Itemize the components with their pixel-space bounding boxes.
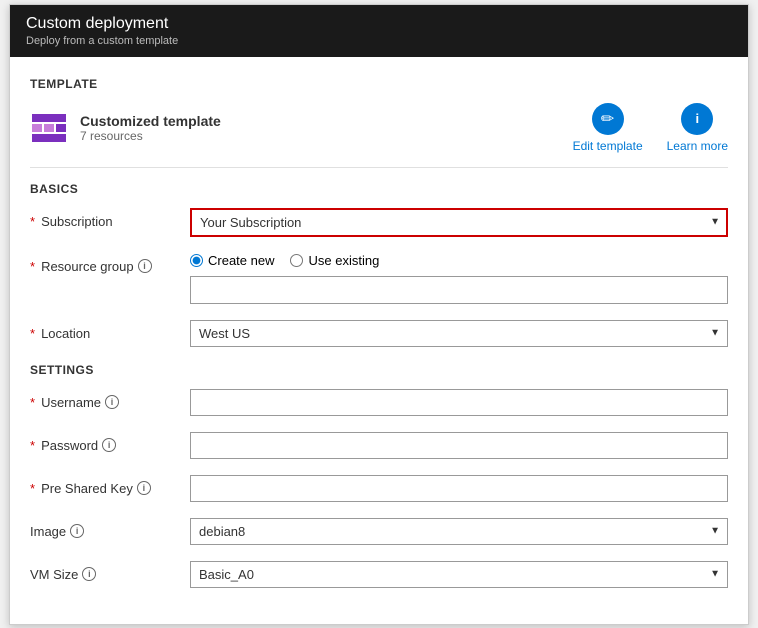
- basics-section: BASICS * Subscription Your Subscription …: [30, 182, 728, 347]
- image-select[interactable]: debian8 ubuntu centos: [190, 518, 728, 545]
- resource-group-control: Create new Use existing: [190, 253, 728, 304]
- resource-group-info-icon[interactable]: i: [138, 259, 152, 273]
- page-subtitle: Deploy from a custom template: [26, 35, 732, 47]
- username-input[interactable]: [190, 389, 728, 416]
- username-row: * Username i: [30, 389, 728, 416]
- location-label: * Location: [30, 320, 190, 341]
- settings-section: SETTINGS * Username i * Password i: [30, 363, 728, 588]
- pre-shared-key-row: * Pre Shared Key i: [30, 475, 728, 502]
- page-title: Custom deployment: [26, 15, 732, 33]
- content-area: TEMPLATE: [10, 57, 748, 624]
- resource-group-input[interactable]: [190, 276, 728, 304]
- main-window: Custom deployment Deploy from a custom t…: [9, 4, 749, 625]
- image-info-icon[interactable]: i: [70, 524, 84, 538]
- password-required: *: [30, 438, 35, 453]
- vm-size-select[interactable]: Basic_A0 Standard_A1 Standard_A2: [190, 561, 728, 588]
- username-info-icon[interactable]: i: [105, 395, 119, 409]
- subscription-select[interactable]: Your Subscription: [190, 208, 728, 237]
- password-info-icon[interactable]: i: [102, 438, 116, 452]
- password-input[interactable]: [190, 432, 728, 459]
- subscription-control: Your Subscription ▼: [190, 208, 728, 237]
- pre-shared-key-required: *: [30, 481, 35, 496]
- pre-shared-key-input[interactable]: [190, 475, 728, 502]
- learn-more-label: Learn more: [667, 139, 728, 153]
- template-section-label: TEMPLATE: [30, 77, 728, 91]
- pre-shared-key-label: * Pre Shared Key i: [30, 475, 190, 496]
- location-select[interactable]: West US East US North Europe: [190, 320, 728, 347]
- pre-shared-key-info-icon[interactable]: i: [137, 481, 151, 495]
- template-resources: 7 resources: [80, 129, 221, 143]
- location-row: * Location West US East US North Europe …: [30, 320, 728, 347]
- location-select-wrapper: West US East US North Europe ▼: [190, 320, 728, 347]
- image-row: Image i debian8 ubuntu centos ▼: [30, 518, 728, 545]
- template-row: Customized template 7 resources ✏ Edit t…: [30, 103, 728, 168]
- password-row: * Password i: [30, 432, 728, 459]
- password-control: [190, 432, 728, 459]
- template-info: Customized template 7 resources: [30, 109, 221, 147]
- username-label: * Username i: [30, 389, 190, 410]
- create-new-radio[interactable]: [190, 254, 203, 267]
- template-details: Customized template 7 resources: [80, 113, 221, 143]
- info-icon: i: [681, 103, 713, 135]
- resource-group-label: * Resource group i: [30, 253, 190, 274]
- subscription-select-wrapper: Your Subscription ▼: [190, 208, 728, 237]
- image-label: Image i: [30, 518, 190, 539]
- subscription-label: * Subscription: [30, 208, 190, 229]
- edit-template-button[interactable]: ✏ Edit template: [573, 103, 643, 153]
- resource-group-required: *: [30, 259, 35, 274]
- template-actions: ✏ Edit template i Learn more: [573, 103, 728, 153]
- vm-size-row: VM Size i Basic_A0 Standard_A1 Standard_…: [30, 561, 728, 588]
- template-name: Customized template: [80, 113, 221, 129]
- vm-size-control: Basic_A0 Standard_A1 Standard_A2 ▼: [190, 561, 728, 588]
- use-existing-label: Use existing: [308, 253, 379, 268]
- edit-icon: ✏: [592, 103, 624, 135]
- vm-size-select-wrapper: Basic_A0 Standard_A1 Standard_A2 ▼: [190, 561, 728, 588]
- username-required: *: [30, 395, 35, 410]
- create-new-option[interactable]: Create new: [190, 253, 274, 268]
- image-control: debian8 ubuntu centos ▼: [190, 518, 728, 545]
- subscription-required: *: [30, 214, 35, 229]
- basics-section-label: BASICS: [30, 182, 728, 196]
- settings-section-label: SETTINGS: [30, 363, 728, 377]
- vm-size-info-icon[interactable]: i: [82, 567, 96, 581]
- location-control: West US East US North Europe ▼: [190, 320, 728, 347]
- title-bar: Custom deployment Deploy from a custom t…: [10, 5, 748, 57]
- learn-more-button[interactable]: i Learn more: [667, 103, 728, 153]
- create-new-label: Create new: [208, 253, 274, 268]
- resource-group-radio-group: Create new Use existing: [190, 253, 728, 268]
- username-control: [190, 389, 728, 416]
- use-existing-radio[interactable]: [290, 254, 303, 267]
- location-required: *: [30, 326, 35, 341]
- subscription-row: * Subscription Your Subscription ▼: [30, 208, 728, 237]
- use-existing-option[interactable]: Use existing: [290, 253, 379, 268]
- password-label: * Password i: [30, 432, 190, 453]
- edit-template-label: Edit template: [573, 139, 643, 153]
- resource-group-row: * Resource group i Create new Use existi…: [30, 253, 728, 304]
- template-icon: [30, 109, 68, 147]
- vm-size-label: VM Size i: [30, 561, 190, 582]
- image-select-wrapper: debian8 ubuntu centos ▼: [190, 518, 728, 545]
- pre-shared-key-control: [190, 475, 728, 502]
